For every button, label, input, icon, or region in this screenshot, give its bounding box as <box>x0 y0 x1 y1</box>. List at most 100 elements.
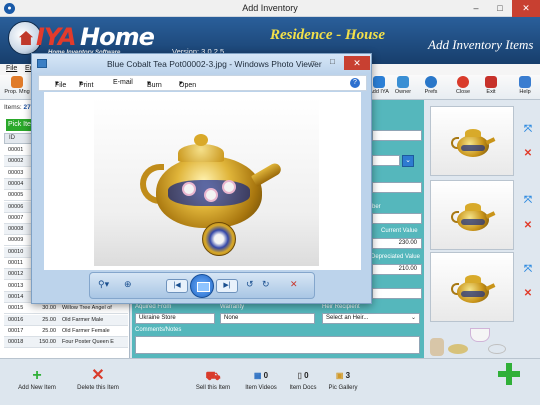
delete-photo-icon[interactable]: ✕ <box>522 220 534 232</box>
fit-icon[interactable]: ⊕ <box>124 279 132 290</box>
gallery-icon: ▣ <box>335 371 344 380</box>
table-row[interactable]: 00015 30.00 Willow Tree Angel of <box>4 303 128 315</box>
slideshow-icon[interactable] <box>190 274 214 298</box>
row-id: 00011 <box>8 260 23 266</box>
field-condition[interactable] <box>372 288 422 299</box>
warranty-field[interactable]: None <box>220 313 315 324</box>
exit-icon <box>485 76 497 88</box>
current-value-field[interactable]: 230.00 <box>372 238 422 249</box>
property-manager-icon <box>11 76 23 88</box>
row-description: Old Farmer Female <box>62 327 110 334</box>
video-icon: ▦ <box>253 371 262 380</box>
items-count-label: Items: 27 <box>4 104 31 111</box>
acquired-from-field[interactable]: Ukraine Store <box>135 313 215 324</box>
rotate-right-icon[interactable]: ↻ <box>262 279 270 290</box>
field-location[interactable] <box>372 182 422 193</box>
row-id: 00018 <box>8 339 24 346</box>
depreciated-value-label: Depreciated Value <box>371 254 420 260</box>
viewer-menu-open[interactable]: Open ▾ <box>179 79 196 89</box>
row-price: 30.00 <box>42 305 56 312</box>
row-price: 150.00 <box>39 339 56 346</box>
blue-cobalt-teapot-image <box>132 126 283 256</box>
depreciated-value-field[interactable]: 210.00 <box>372 264 422 275</box>
exit-button[interactable]: Exit <box>478 76 504 99</box>
table-row[interactable]: 00017 25.00 Old Farmer Female <box>4 325 128 337</box>
delete-item-button[interactable]: ✕ Delete this Item <box>72 367 124 391</box>
previous-icon[interactable]: |◀ <box>166 279 188 293</box>
help-button[interactable]: Help <box>512 76 538 99</box>
row-id: 00004 <box>8 180 24 187</box>
category-dropdown-button[interactable]: ⌄ <box>402 155 414 167</box>
maximize-button[interactable]: □ <box>488 0 512 17</box>
warranty-label: Warranty <box>220 304 245 310</box>
table-row[interactable]: 00018 150.00 Four Poster Queen E <box>4 337 128 349</box>
videos-count: 0 <box>263 371 269 380</box>
viewer-close-button[interactable]: ✕ <box>344 56 370 70</box>
rotate-left-icon[interactable]: ↺ <box>246 279 254 290</box>
minimize-button[interactable]: – <box>464 0 488 17</box>
table-row[interactable]: 00016 25.00 Old Farmer Male <box>4 314 128 326</box>
delete-photo-icon[interactable]: ✕ <box>522 288 534 300</box>
row-id: 00007 <box>8 214 24 221</box>
field-category[interactable] <box>372 155 400 166</box>
row-price: 25.00 <box>42 327 56 334</box>
menu-file[interactable]: File <box>6 65 17 72</box>
teapot-image <box>451 271 496 307</box>
row-price: 25.00 <box>42 316 56 323</box>
heir-select[interactable]: Select an Heir... <box>322 313 420 324</box>
fit-photo-icon[interactable]: ⤧ <box>522 264 534 276</box>
comments-field[interactable] <box>135 336 420 354</box>
item-docs-button[interactable]: ▯ 0 Item Docs <box>288 367 318 391</box>
viewer-maximize-button[interactable]: □ <box>330 57 335 66</box>
item-photo-3[interactable] <box>430 252 514 322</box>
prop-mng-button[interactable]: Prop. Mng <box>4 76 30 99</box>
pic-gallery-button[interactable]: ▣ 3 Pic Gallery <box>326 367 360 391</box>
viewer-menu-email[interactable]: E-mail <box>113 79 133 86</box>
fit-photo-icon[interactable]: ⤧ <box>522 124 534 136</box>
item-videos-button[interactable]: ▦ 0 Item Videos <box>242 367 280 391</box>
close-window-button[interactable]: ✕ <box>512 0 540 17</box>
row-description: Old Farmer Male <box>62 316 104 323</box>
row-id: 00002 <box>8 158 24 165</box>
viewer-menu-print[interactable]: Print ▾ <box>79 79 93 89</box>
window-title: Add Inventory <box>242 3 298 13</box>
help-icon <box>519 76 531 88</box>
add-new-item-button[interactable]: + Add New Item <box>12 367 62 391</box>
next-icon[interactable]: ▶| <box>216 279 238 293</box>
comments-label: Comments/Notes <box>135 327 182 333</box>
viewer-canvas <box>44 92 361 270</box>
viewer-minimize-button[interactable]: – <box>311 57 315 66</box>
fit-photo-icon[interactable]: ⤧ <box>522 195 534 207</box>
photo-viewer-window: Blue Cobalt Tea Pot00002-3.jpg - Windows… <box>31 53 372 304</box>
viewer-controls: ⚲▾ ⊕ |◀ ▶| ↺ ↻ ✕ <box>89 272 315 299</box>
viewer-menu-bar: File ▾ Print ▾ E-mail Burn ▾ Open ▾ ? <box>38 75 367 91</box>
viewer-title-bar: Blue Cobalt Tea Pot00002-3.jpg - Windows… <box>32 54 371 74</box>
teapot-image <box>451 125 496 161</box>
item-photo-2[interactable] <box>430 180 514 250</box>
residence-title: Residence - House <box>270 27 385 43</box>
viewer-menu-burn[interactable]: Burn ▾ <box>147 79 162 89</box>
close-button[interactable]: Close <box>450 76 476 99</box>
delete-photo-icon[interactable]: ✕ <box>522 148 534 160</box>
heir-label: Heir Recipient <box>322 304 360 310</box>
photo-viewer-icon <box>37 59 47 68</box>
row-id: 00013 <box>8 282 24 289</box>
add-photo-plus-icon[interactable] <box>498 363 520 385</box>
items-count-value: 27 <box>23 104 31 111</box>
item-photo-1[interactable] <box>430 106 514 176</box>
delete-icon[interactable]: ✕ <box>290 279 298 290</box>
plus-icon: + <box>32 367 42 384</box>
owner-button[interactable]: Owner <box>390 76 416 99</box>
zoom-icon[interactable]: ⚲▾ <box>98 279 109 290</box>
row-id: 00009 <box>8 237 24 244</box>
header-id[interactable]: ID <box>9 135 15 141</box>
row-description: Willow Tree Angel of <box>62 305 112 312</box>
owner-icon <box>397 76 409 88</box>
field-top[interactable] <box>372 130 422 141</box>
field-serial-number[interactable] <box>372 213 422 224</box>
row-id: 00012 <box>8 271 24 278</box>
viewer-help-icon[interactable]: ? <box>350 78 360 88</box>
sell-item-button[interactable]: ⛟ Sell this Item <box>192 367 234 391</box>
prefs-button[interactable]: Prefs <box>418 76 444 99</box>
viewer-menu-file[interactable]: File ▾ <box>55 79 66 89</box>
